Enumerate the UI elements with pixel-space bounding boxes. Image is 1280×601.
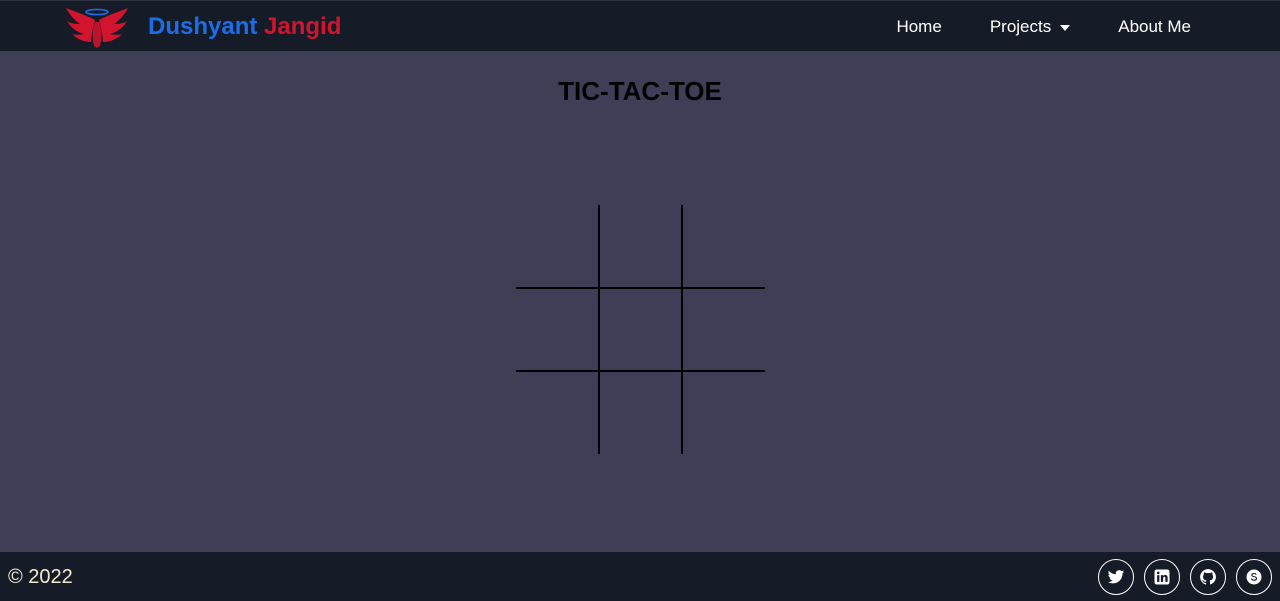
twitter-icon [1107, 570, 1125, 584]
tic-tac-toe-board [516, 205, 765, 454]
linkedin-icon [1154, 569, 1170, 585]
navbar: Dushyant Jangid Home Projects About Me [0, 0, 1280, 51]
skype-icon [1246, 569, 1262, 585]
winged-halo-logo [66, 8, 128, 48]
copyright-text: © 2022 [8, 566, 73, 588]
nav-about-link[interactable]: About Me [1118, 17, 1191, 37]
social-links [1098, 559, 1272, 595]
board-cell-7[interactable] [599, 371, 682, 454]
skype-link[interactable] [1236, 559, 1272, 595]
twitter-link[interactable] [1098, 559, 1134, 595]
game-title: TIC-TAC-TOE [558, 76, 722, 106]
board-cell-5[interactable] [682, 288, 765, 371]
nav-menu: Home Projects About Me [896, 1, 1191, 52]
board-cell-1[interactable] [599, 205, 682, 288]
github-icon [1200, 569, 1216, 585]
footer: © 2022 [0, 552, 1280, 601]
nav-projects-label: Projects [989, 16, 1052, 36]
caret-down-icon [1060, 25, 1071, 31]
brand-first-name: Dushyant [148, 13, 258, 40]
brand-last-name: Jangid [264, 13, 342, 40]
board-cell-0[interactable] [516, 205, 599, 288]
board-cell-6[interactable] [516, 371, 599, 454]
grid-line-vertical-2 [681, 205, 683, 454]
board-cell-3[interactable] [516, 288, 599, 371]
linkedin-link[interactable] [1144, 559, 1180, 595]
board-cell-8[interactable] [682, 371, 765, 454]
brand-name: Dushyant Jangid [148, 13, 341, 41]
board-cell-4[interactable] [599, 288, 682, 371]
board-cell-2[interactable] [682, 205, 765, 288]
grid-line-horizontal-2 [516, 370, 765, 372]
nav-projects-dropdown[interactable]: Projects [989, 16, 1071, 37]
grid-line-horizontal-1 [516, 287, 765, 289]
nav-home-link[interactable]: Home [896, 17, 941, 37]
grid-line-vertical-1 [598, 205, 600, 454]
brand-link[interactable]: Dushyant Jangid [64, 6, 341, 48]
github-link[interactable] [1190, 559, 1226, 595]
